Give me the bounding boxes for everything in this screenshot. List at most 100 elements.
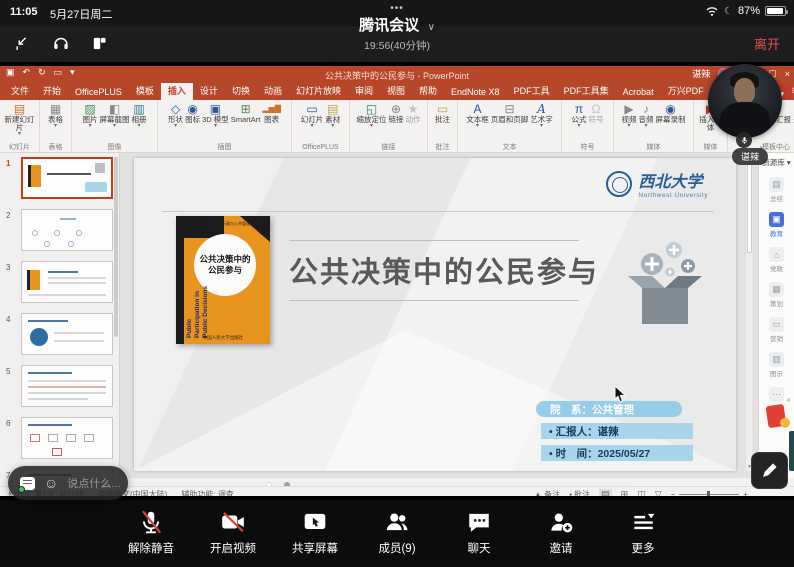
- more-button[interactable]: 更多: [614, 509, 672, 567]
- tab-acrobat[interactable]: Acrobat: [616, 84, 661, 100]
- invite-button[interactable]: 邀请: [532, 509, 590, 567]
- action-button[interactable]: ★动作: [405, 102, 422, 124]
- zoom-link-button[interactable]: ◱缩放定位▾: [356, 102, 388, 129]
- chat-bubble-icon[interactable]: [20, 477, 35, 490]
- shapes-button[interactable]: ◇形状▾: [167, 102, 184, 129]
- screen-record-button[interactable]: ◉屏幕录制: [655, 102, 687, 124]
- unmute-button[interactable]: 解除静音: [122, 509, 180, 567]
- members-button[interactable]: 成员(9): [368, 509, 426, 567]
- presenter-info: 院 系：公共管理 • 汇报人：谌辣 • 时 间：2025/05/27: [536, 401, 696, 461]
- addin-item-summary[interactable]: ▤总结: [759, 177, 794, 203]
- header-footer-icon: ⊟: [504, 102, 514, 116]
- slide-thumbnail-2[interactable]: [21, 209, 113, 251]
- comment-button[interactable]: ▭批注: [434, 102, 451, 124]
- tab-home[interactable]: 开始: [36, 83, 68, 100]
- table-button[interactable]: ▦表格▾: [47, 102, 64, 129]
- account-name[interactable]: 谌辣: [692, 67, 710, 80]
- new-slide-button[interactable]: ▤新建幻灯片▾: [2, 102, 37, 137]
- close-window-icon[interactable]: ×: [785, 69, 790, 79]
- share-screen-button[interactable]: 共享屏幕: [286, 509, 344, 567]
- meeting-title[interactable]: 腾讯会议: [359, 17, 419, 34]
- tab-animations[interactable]: 动画: [257, 83, 289, 100]
- emoji-icon[interactable]: ☺: [44, 476, 58, 490]
- tab-file[interactable]: 文件: [4, 83, 36, 100]
- symbol-button[interactable]: Ω符号: [588, 102, 605, 124]
- addin-item-diagram[interactable]: ▥图示: [759, 352, 794, 378]
- tab-officeplus[interactable]: OfficePLUS: [68, 84, 129, 100]
- leave-meeting-button[interactable]: 离开: [754, 34, 780, 53]
- side-handle[interactable]: [789, 431, 794, 471]
- smartart-button[interactable]: ⊞SmartArt: [230, 102, 262, 124]
- close-icon[interactable]: ✕: [786, 397, 791, 404]
- thumbnail-preview: [95, 163, 105, 173]
- book-corner: [240, 216, 270, 242]
- addin-item-education[interactable]: ▣教育: [759, 212, 794, 238]
- 3d-model-button[interactable]: ▣3D 模型▾: [201, 102, 230, 129]
- slide-title-block[interactable]: 公共决策中的公民参与: [289, 240, 579, 301]
- notes-toggle[interactable]: ▲ 备注: [534, 489, 560, 496]
- picture-button[interactable]: ▨图片▾: [82, 102, 99, 129]
- tab-insert[interactable]: 插入: [161, 83, 193, 100]
- annotation-pen-button[interactable]: [751, 452, 788, 489]
- addin-item-marketing[interactable]: ▭营销: [759, 317, 794, 343]
- presenter-webcam[interactable]: [708, 64, 782, 138]
- thumbnail-scrollbar[interactable]: [113, 153, 119, 478]
- red-envelope-promo[interactable]: [766, 404, 787, 428]
- addin-item-party[interactable]: ⌂党政: [759, 247, 794, 273]
- slide-thumbnail-4[interactable]: [21, 313, 113, 355]
- chat-button[interactable]: 聊天: [450, 509, 508, 567]
- slide-thumbnail-6[interactable]: [21, 417, 113, 459]
- dropdown-caret-icon: ▾: [174, 124, 177, 129]
- tab-review[interactable]: 审阅: [348, 83, 380, 100]
- chat-input-placeholder[interactable]: 说点什么...: [67, 475, 120, 491]
- album-button[interactable]: ▥相册▾: [131, 102, 148, 129]
- tab-pdf-toolset[interactable]: PDF工具集: [557, 83, 616, 100]
- zoom-in-icon[interactable]: +: [743, 490, 748, 496]
- slide-sorter-view-icon[interactable]: ⊞: [621, 489, 629, 496]
- slide-thumbnail-5[interactable]: [21, 365, 113, 407]
- chart-button[interactable]: ▂▅▇图表: [261, 102, 281, 124]
- reading-view-icon[interactable]: ◫: [637, 489, 646, 496]
- officeplus-asset-button[interactable]: ▤素材▾: [324, 102, 341, 129]
- slide[interactable]: 西北大学 Northwest University 公共行政与公共管理经典译丛 …: [134, 158, 736, 471]
- quick-chat-bar[interactable]: ☺ 说点什么...: [8, 466, 128, 500]
- window-title: 公共决策中的公民参与 - PowerPoint: [0, 69, 794, 82]
- icons-button[interactable]: ◉图标: [184, 102, 201, 124]
- textbox-button[interactable]: A文本框▾: [465, 102, 490, 129]
- zoom-out-icon[interactable]: −: [671, 490, 676, 496]
- equation-button[interactable]: π公式▾: [571, 102, 588, 129]
- more-icon: [630, 509, 656, 535]
- screenshot-button[interactable]: ◧屏幕截图▾: [99, 102, 131, 129]
- thumbnail-preview: [28, 165, 41, 187]
- canvas-vertical-scrollbar[interactable]: ▲ ▼: [745, 153, 752, 471]
- addin-item-planning[interactable]: ▦策划: [759, 282, 794, 308]
- thumbnail-preview: [76, 230, 82, 236]
- tab-transitions[interactable]: 切换: [225, 83, 257, 100]
- tab-help[interactable]: 帮助: [412, 83, 444, 100]
- video-button[interactable]: ▶视频▾: [621, 102, 638, 129]
- normal-view-icon[interactable]: ▤: [599, 489, 612, 496]
- tab-template[interactable]: 模板: [129, 83, 161, 100]
- start-video-button[interactable]: 开启视频: [204, 509, 262, 567]
- zoom-slider[interactable]: − +: [671, 490, 748, 496]
- slideshow-view-icon[interactable]: ▽: [655, 489, 662, 496]
- tab-endnote[interactable]: EndNote X8: [444, 84, 507, 100]
- audio-button[interactable]: ♪音频▾: [638, 102, 655, 129]
- dropdown-caret-icon: ▾: [540, 124, 543, 129]
- officeplus-slide-button[interactable]: ▭幻灯片▾: [300, 102, 325, 129]
- tab-slideshow[interactable]: 幻灯片放映: [289, 83, 348, 100]
- comments-toggle[interactable]: ▪ 批注: [569, 489, 590, 496]
- tab-pdf-tools[interactable]: PDF工具: [507, 83, 557, 100]
- tab-wanxing-pdf[interactable]: 万兴PDF: [661, 83, 711, 100]
- hyperlink-button[interactable]: ⊕链接: [388, 102, 405, 124]
- tab-design[interactable]: 设计: [193, 83, 225, 100]
- wordart-button[interactable]: A艺术字▾: [529, 102, 554, 129]
- header-footer-button[interactable]: ⊟页眉和页脚: [490, 102, 530, 124]
- zoom-slider-thumb[interactable]: [707, 491, 710, 496]
- accessibility-status[interactable]: 辅助功能: 调查: [181, 489, 233, 496]
- tab-view[interactable]: 视图: [380, 83, 412, 100]
- slide-thumbnail-3[interactable]: [21, 261, 113, 303]
- thumbnail-preview: [28, 320, 68, 322]
- book-cover: 公共行政与公共管理经典译丛 公共决策中的 公民参与 Public Partici…: [176, 216, 270, 344]
- slide-thumbnail-1[interactable]: [21, 157, 113, 199]
